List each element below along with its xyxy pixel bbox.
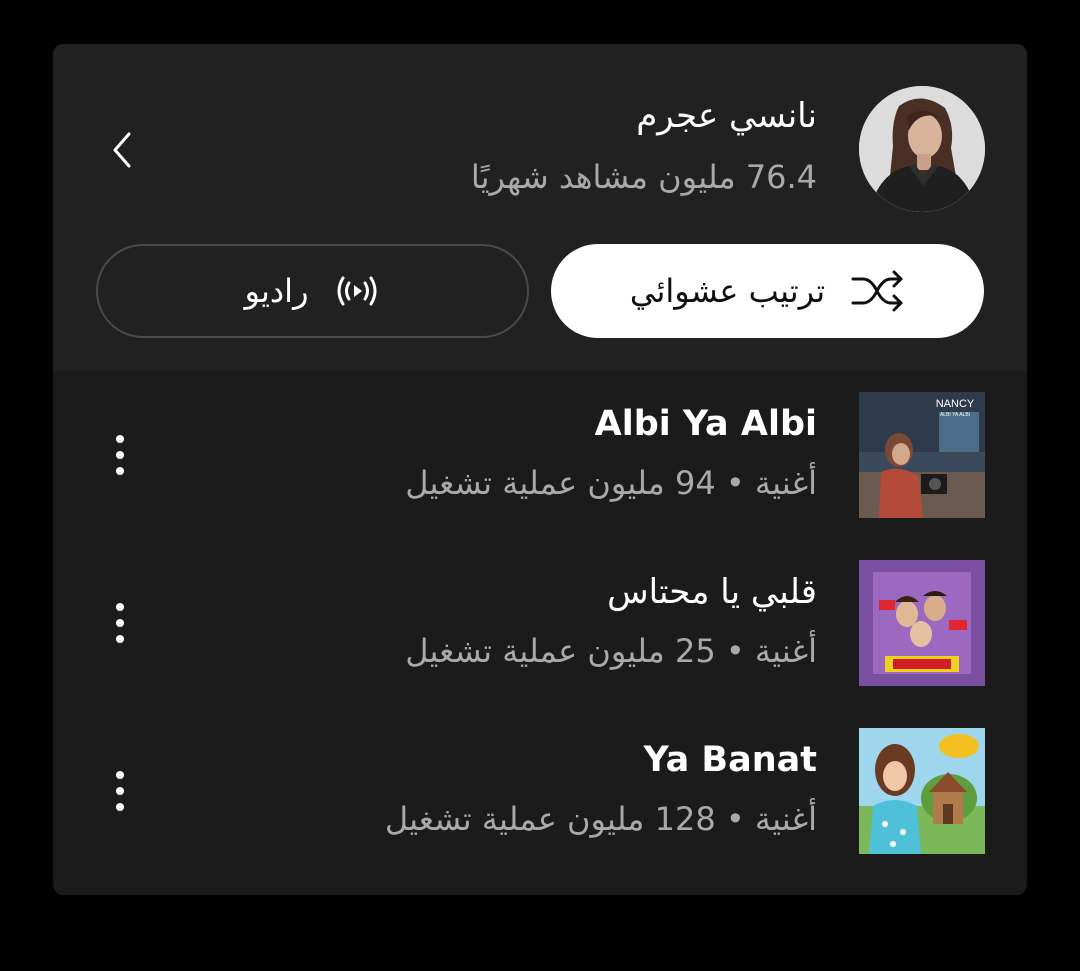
song-subtitle: أغنية • 94 مليون عملية تشغيل bbox=[405, 464, 817, 502]
song-row[interactable]: Ya Banat أغنية • 128 مليون عملية تشغيل bbox=[53, 728, 1027, 856]
more-vertical-icon bbox=[116, 771, 124, 811]
artist-card: نانسي عجرم 76.4 مليون مشاهد شهريًا راديو… bbox=[53, 44, 1027, 895]
album-cover-ya-banat bbox=[859, 728, 985, 854]
svg-text:ALBI YA ALBI: ALBI YA ALBI bbox=[940, 412, 970, 418]
album-cover-albi-ya-albi: NANCY ALBI YA ALBI bbox=[859, 392, 985, 518]
song-subtitle: أغنية • 128 مليون عملية تشغيل bbox=[384, 800, 817, 838]
chevron-left-icon bbox=[113, 132, 131, 168]
song-title: قلبي يا محتاس bbox=[607, 572, 817, 612]
svg-text:NANCY: NANCY bbox=[936, 398, 975, 410]
song-row[interactable]: NANCY ALBI YA ALBI Albi Ya Albi أغنية • … bbox=[53, 392, 1027, 520]
shuffle-label: ترتيب عشوائي bbox=[629, 272, 826, 310]
more-vertical-icon bbox=[116, 435, 124, 475]
more-options-button[interactable] bbox=[105, 766, 135, 816]
song-thumbnail bbox=[859, 728, 985, 854]
artist-avatar[interactable] bbox=[859, 86, 985, 212]
radio-label: راديو bbox=[244, 272, 309, 310]
artist-header: نانسي عجرم 76.4 مليون مشاهد شهريًا راديو… bbox=[53, 44, 1027, 370]
more-vertical-icon bbox=[116, 603, 124, 643]
song-thumbnail: NANCY ALBI YA ALBI bbox=[859, 392, 985, 518]
song-title: Albi Ya Albi bbox=[594, 404, 817, 444]
radio-button[interactable]: راديو bbox=[96, 244, 529, 338]
back-button[interactable] bbox=[103, 126, 143, 174]
shuffle-icon bbox=[849, 269, 905, 313]
radio-broadcast-icon bbox=[333, 274, 381, 308]
shuffle-button[interactable]: ترتيب عشوائي bbox=[551, 244, 984, 338]
song-thumbnail bbox=[859, 560, 985, 686]
artist-name: نانسي عجرم bbox=[636, 96, 817, 136]
artist-monthly-listeners: 76.4 مليون مشاهد شهريًا bbox=[470, 158, 817, 196]
more-options-button[interactable] bbox=[105, 598, 135, 648]
more-options-button[interactable] bbox=[105, 430, 135, 480]
song-title: Ya Banat bbox=[643, 740, 818, 780]
song-subtitle: أغنية • 25 مليون عملية تشغيل bbox=[405, 632, 817, 670]
album-cover-albi-ya-mehtas bbox=[859, 560, 985, 686]
song-row[interactable]: قلبي يا محتاس أغنية • 25 مليون عملية تشغ… bbox=[53, 560, 1027, 688]
artist-photo bbox=[859, 86, 985, 212]
